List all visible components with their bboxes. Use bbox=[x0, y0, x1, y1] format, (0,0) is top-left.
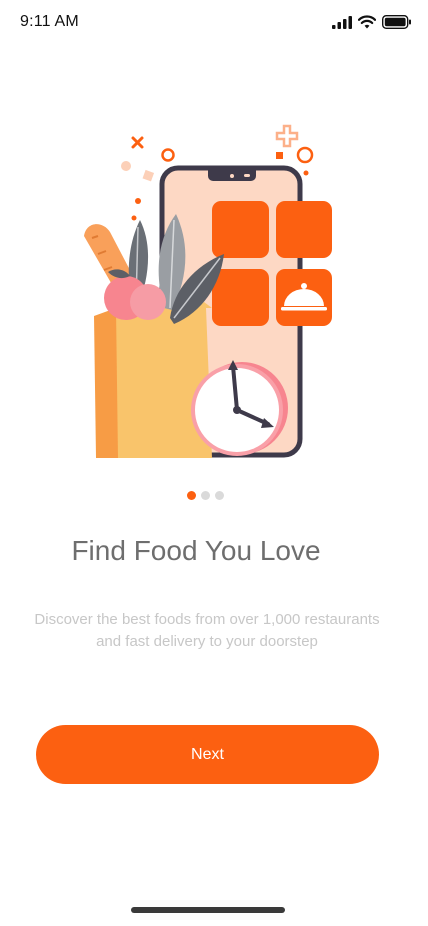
status-bar: 9:11 AM bbox=[0, 0, 428, 44]
page-description: Discover the best foods from over 1,000 … bbox=[34, 611, 380, 650]
cellular-signal-icon bbox=[332, 15, 352, 29]
page-dot bbox=[200, 491, 210, 500]
status-icons bbox=[332, 13, 412, 31]
page-indicator bbox=[0, 491, 410, 500]
home-indicator[interactable] bbox=[131, 907, 285, 913]
status-time: 9:11 AM bbox=[20, 13, 79, 30]
next-button[interactable]: Next bbox=[36, 725, 379, 784]
page-title: Find Food You Love bbox=[71, 535, 321, 566]
page-dot-active bbox=[186, 491, 196, 500]
food-delivery-illustration bbox=[70, 118, 350, 463]
page-dot bbox=[214, 491, 224, 500]
onboarding-screen: 9:11 AM Find Food You Love Discover the … bbox=[0, 0, 428, 926]
battery-icon bbox=[382, 15, 412, 29]
wifi-icon bbox=[358, 15, 376, 29]
